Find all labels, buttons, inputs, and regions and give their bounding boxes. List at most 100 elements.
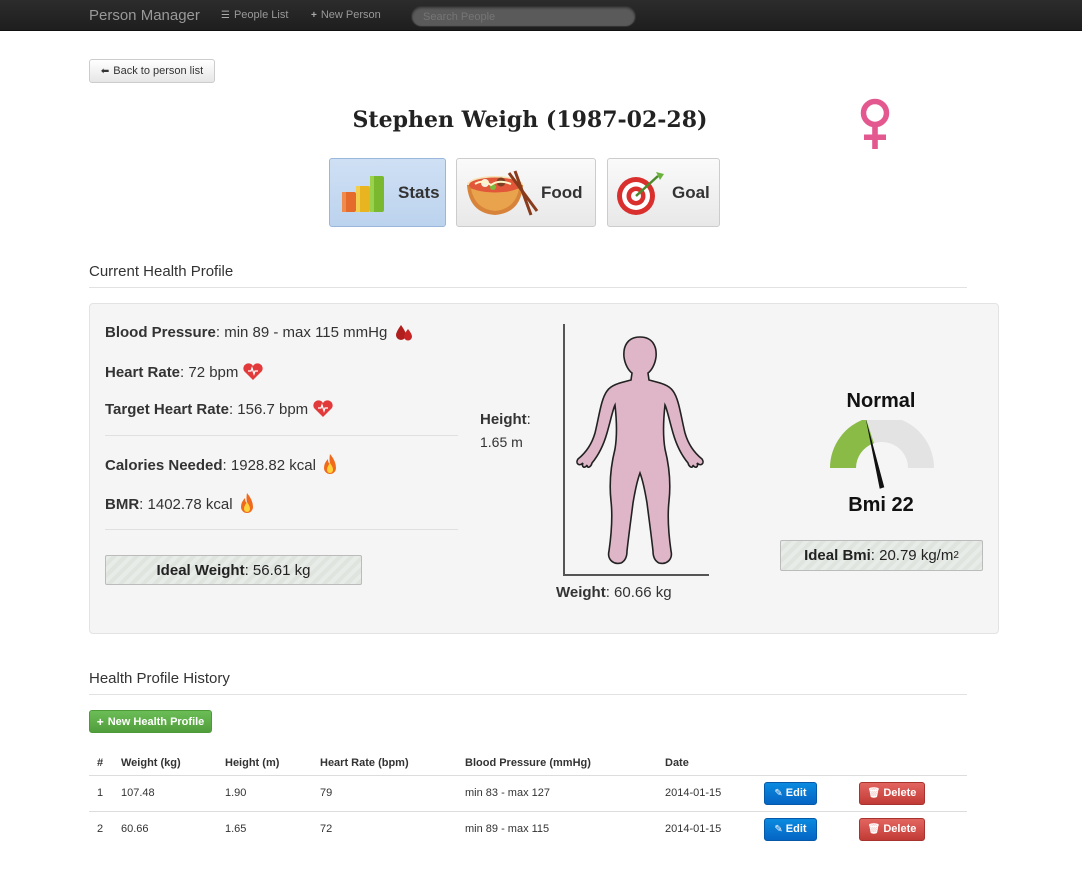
height-label: Height bbox=[480, 411, 527, 428]
current-profile-heading: Current Health Profile bbox=[89, 263, 234, 280]
plus-icon: + bbox=[311, 9, 317, 21]
search-input[interactable] bbox=[411, 6, 636, 27]
human-body-icon bbox=[576, 336, 704, 565]
ideal-weight-box: Ideal Weight : 56.61 kg bbox=[105, 555, 362, 585]
ideal-weight-value: : 56.61 kg bbox=[244, 561, 311, 579]
history-heading: Health Profile History bbox=[89, 670, 230, 687]
column-header bbox=[851, 751, 967, 776]
row-height: 1.65 bbox=[217, 810, 312, 847]
row-delete-cell: 🗑 Delete bbox=[851, 774, 967, 811]
edit-label: Edit bbox=[785, 787, 807, 799]
ideal-bmi-box: Ideal Bmi : 20.79 kg/m 2 bbox=[780, 540, 983, 571]
nav-people-list[interactable]: ☰ People List bbox=[221, 9, 288, 21]
stat-divider bbox=[105, 435, 458, 436]
tab-goal[interactable]: Goal bbox=[607, 158, 720, 227]
tab-stats-label: Stats bbox=[398, 182, 440, 202]
flame-icon bbox=[323, 454, 336, 474]
bmi-gauge bbox=[830, 420, 934, 489]
heart-icon bbox=[243, 363, 264, 380]
female-gender-icon bbox=[860, 98, 890, 149]
section-divider bbox=[89, 287, 967, 288]
row-blood-pressure: min 83 - max 127 bbox=[457, 774, 657, 811]
tab-goal-label: Goal bbox=[672, 182, 710, 202]
blood-pressure-stat: Blood Pressure : min 89 - max 115 mmHg bbox=[105, 321, 415, 343]
delete-label: Delete bbox=[883, 823, 917, 836]
table-row: 1 107.48 1.90 79 min 83 - max 127 2014-0… bbox=[89, 774, 967, 811]
weight-axis bbox=[563, 574, 709, 576]
row-heart-rate: 79 bbox=[312, 774, 457, 811]
ideal-bmi-unit-exponent: 2 bbox=[953, 550, 959, 561]
back-button-label: Back to person list bbox=[113, 65, 204, 77]
edit-button[interactable]: ✎ Edit bbox=[764, 817, 817, 841]
heart-icon bbox=[313, 400, 333, 417]
section-divider bbox=[89, 694, 967, 695]
edit-icon: ✎ bbox=[774, 823, 783, 835]
ideal-bmi-value: : 20.79 kg/m bbox=[870, 547, 954, 564]
list-icon: ☰ bbox=[221, 9, 230, 21]
bmi-status: Normal bbox=[846, 390, 916, 412]
target-heart-rate-label: Target Heart Rate bbox=[105, 400, 229, 418]
tab-food[interactable]: Food bbox=[456, 158, 596, 227]
edit-button[interactable]: ✎ Edit bbox=[764, 781, 817, 805]
top-navbar: Person Manager ☰ People List + New Perso… bbox=[0, 0, 1082, 31]
height-axis bbox=[563, 324, 565, 576]
column-header: Heart Rate (bpm) bbox=[312, 751, 457, 776]
plus-icon: + bbox=[96, 714, 104, 729]
history-table: # Weight (kg) Height (m) Heart Rate (bpm… bbox=[89, 751, 967, 847]
row-weight: 107.48 bbox=[113, 774, 217, 811]
table-row: 2 60.66 1.65 72 min 89 - max 115 2014-01… bbox=[89, 810, 967, 847]
column-header: Blood Pressure (mmHg) bbox=[457, 751, 657, 776]
target-heart-rate-stat: Target Heart Rate : 156.7 bpm bbox=[105, 399, 334, 419]
row-blood-pressure: min 89 - max 115 bbox=[457, 810, 657, 847]
column-header bbox=[756, 751, 851, 776]
person-title: Stephen Weigh (1987-02-28) bbox=[352, 107, 708, 133]
nav-people-list-label: People List bbox=[233, 9, 289, 21]
row-date: 2014-01-15 bbox=[657, 810, 756, 847]
delete-button[interactable]: 🗑 Delete bbox=[859, 781, 925, 805]
bmr-stat: BMR : 1402.78 kcal bbox=[105, 492, 257, 516]
food-bowl-icon bbox=[467, 169, 539, 216]
edit-label: Edit bbox=[785, 823, 807, 836]
blood-pressure-label: Blood Pressure bbox=[105, 323, 216, 341]
row-edit-cell: ✎ Edit bbox=[756, 810, 851, 847]
column-header: Weight (kg) bbox=[113, 751, 217, 776]
bar-chart-icon bbox=[342, 175, 384, 212]
nav-new-person[interactable]: + New Person bbox=[311, 9, 381, 21]
trash-icon: 🗑 bbox=[867, 787, 881, 799]
column-header: Height (m) bbox=[217, 751, 312, 776]
new-health-profile-button[interactable]: + New Health Profile bbox=[89, 710, 212, 733]
weight-value: : 60.66 kg bbox=[605, 584, 672, 601]
column-header: Date bbox=[657, 751, 756, 776]
row-delete-cell: 🗑 Delete bbox=[851, 810, 967, 847]
row-number: 1 bbox=[89, 774, 113, 811]
weight-label: Weight bbox=[556, 584, 606, 601]
calories-stat: Calories Needed : 1928.82 kcal bbox=[105, 453, 340, 477]
height-colon: : bbox=[526, 411, 531, 428]
app-brand[interactable]: Person Manager bbox=[89, 7, 200, 24]
new-health-profile-label: New Health Profile bbox=[107, 715, 205, 728]
heart-rate-label: Heart Rate bbox=[105, 363, 181, 381]
bmr-value: : 1402.78 kcal bbox=[139, 495, 233, 513]
back-to-list-button[interactable]: ⬅ Back to person list bbox=[89, 59, 215, 83]
row-number: 2 bbox=[89, 810, 113, 847]
calories-value: : 1928.82 kcal bbox=[222, 456, 316, 474]
tab-stats[interactable]: Stats bbox=[329, 158, 446, 227]
bmi-label: Bmi 22 bbox=[848, 494, 914, 516]
heart-rate-stat: Heart Rate : 72 bpm bbox=[105, 362, 264, 382]
row-weight: 60.66 bbox=[113, 810, 217, 847]
target-heart-rate-value: : 156.7 bpm bbox=[228, 400, 309, 418]
trash-icon: 🗑 bbox=[867, 823, 881, 835]
delete-button[interactable]: 🗑 Delete bbox=[859, 817, 925, 841]
nav-new-person-label: New Person bbox=[320, 9, 381, 21]
blood-drop-icon bbox=[396, 325, 413, 341]
height-text: Height: bbox=[480, 411, 531, 428]
stat-divider bbox=[105, 529, 458, 530]
tab-food-label: Food bbox=[541, 182, 583, 202]
heart-rate-value: : 72 bpm bbox=[180, 363, 239, 381]
row-edit-cell: ✎ Edit bbox=[756, 774, 851, 811]
flame-icon bbox=[240, 493, 253, 513]
arrow-left-icon: ⬅ bbox=[100, 65, 110, 77]
ideal-weight-label: Ideal Weight bbox=[156, 561, 245, 579]
target-icon bbox=[617, 171, 664, 215]
height-value: 1.65 m bbox=[480, 434, 523, 450]
